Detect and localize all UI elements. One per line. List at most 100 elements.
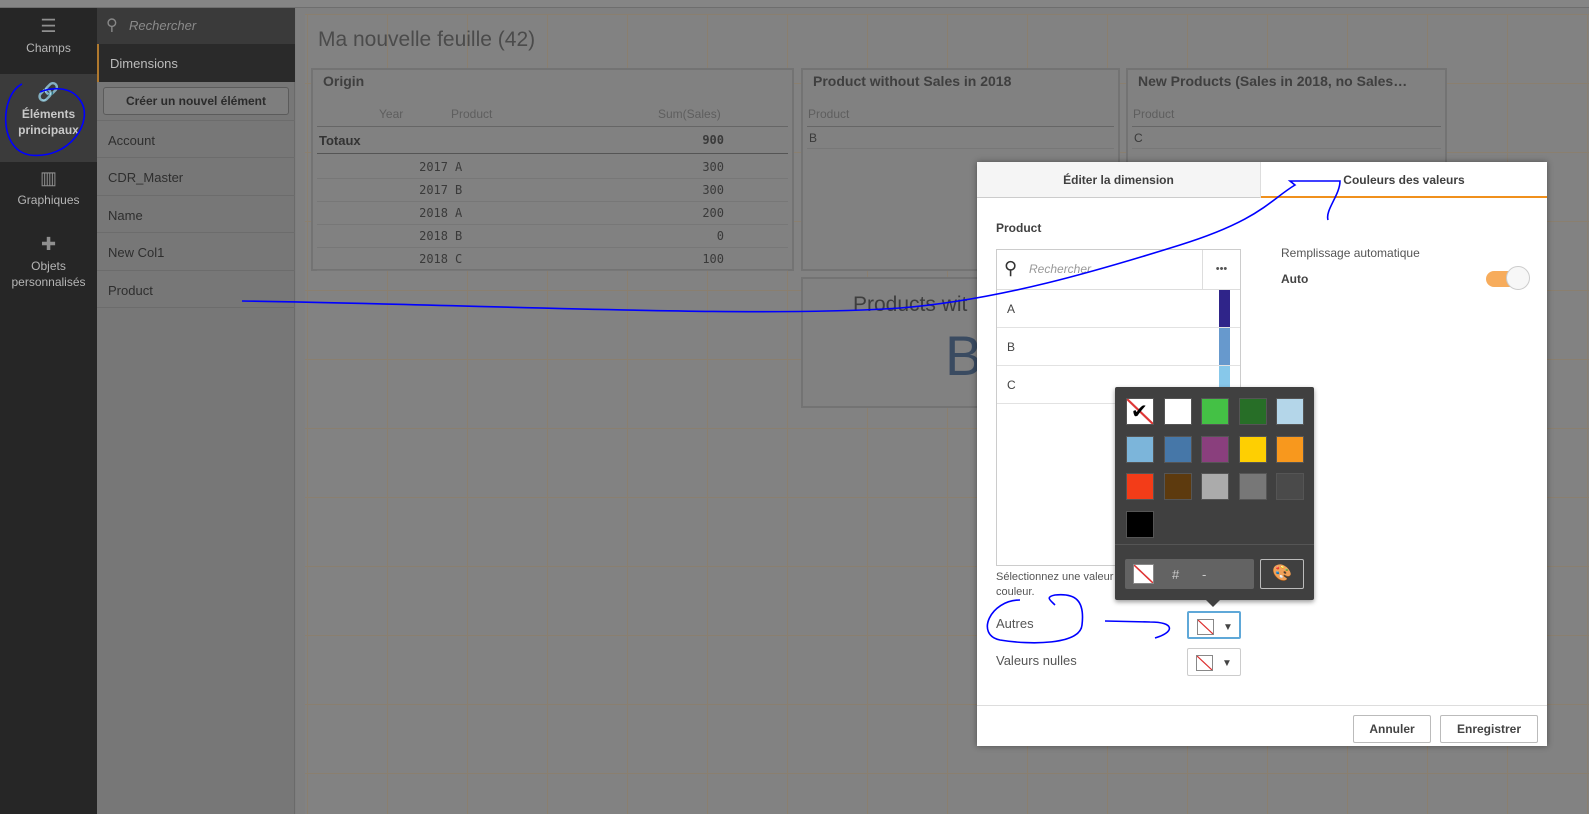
table-cell[interactable]: 2017	[419, 183, 448, 197]
value-row[interactable]: A	[997, 290, 1240, 328]
auto-toggle-knob[interactable]	[1506, 266, 1530, 290]
color-swatch[interactable]	[1238, 473, 1267, 500]
origin-table[interactable]: Origin Year Product Sum(Sales) Totaux 90…	[311, 68, 794, 271]
table-cell[interactable]: 2018	[419, 206, 448, 220]
panel-search-input[interactable]: ⚲ Rechercher	[97, 8, 295, 44]
card-title: New Products (Sales in 2018, no Sales…	[1138, 73, 1408, 89]
link-icon: 🔗	[37, 82, 60, 102]
tab-value-colors[interactable]: Couleurs des valeurs	[1261, 162, 1547, 198]
auto-label: Auto	[1281, 272, 1309, 286]
list-item[interactable]: New Col1	[97, 232, 295, 270]
column-header[interactable]: Year	[379, 107, 403, 121]
table-cell[interactable]: 300	[702, 160, 724, 174]
color-swatch[interactable]	[1238, 398, 1267, 425]
color-swatch[interactable]	[1276, 473, 1304, 500]
column-header[interactable]: Product	[1133, 107, 1174, 121]
table-row[interactable]: 2018 A 200	[317, 202, 788, 225]
column-header[interactable]: Product	[451, 107, 492, 121]
color-swatch[interactable]	[1126, 435, 1154, 463]
section-dimensions[interactable]: Dimensions	[97, 44, 295, 82]
dialog-footer: Annuler Enregistrer	[977, 705, 1547, 746]
value-row[interactable]: B	[997, 328, 1240, 366]
cancel-button[interactable]: Annuler	[1353, 715, 1431, 743]
caret-down-icon: ▼	[1223, 622, 1233, 633]
list-item[interactable]: Product	[97, 270, 295, 308]
color-swatch[interactable]: ✔	[1126, 398, 1154, 425]
others-label: Autres	[996, 616, 1034, 631]
color-swatch[interactable]	[1201, 398, 1229, 425]
hex-input[interactable]: # -	[1125, 559, 1254, 589]
table-cell[interactable]: 300	[702, 183, 724, 197]
puzzle-icon: ✚	[40, 234, 57, 254]
table-cell[interactable]: B	[809, 131, 817, 145]
list-item[interactable]: CDR_Master	[97, 157, 295, 195]
color-swatch[interactable]	[1126, 473, 1154, 500]
table-row[interactable]: 2017 A 300	[317, 156, 788, 179]
auto-fill-label: Remplissage automatique	[1281, 246, 1420, 260]
color-swatch[interactable]	[1163, 398, 1192, 425]
search-icon: ⚲	[106, 17, 118, 34]
table-cell[interactable]: 0	[717, 229, 724, 243]
color-swatch[interactable]	[1276, 435, 1304, 463]
palette-icon[interactable]: 🎨	[1260, 559, 1304, 589]
color-picker-popup: ✔ # - 🎨	[1115, 387, 1314, 607]
asset-sidebar: ☰ Champs 🔗 Éléments principaux ▥ Graphiques…	[0, 8, 97, 814]
hint-text: Sélectionnez une valeur couleur.	[996, 571, 1114, 598]
table-cell[interactable]: 200	[702, 206, 724, 220]
column-header[interactable]: Sum(Sales)	[658, 107, 721, 121]
bar-chart-icon: ▥	[39, 168, 57, 188]
card-title: Product without Sales in 2018	[813, 73, 1012, 89]
table-cell[interactable]: 2017	[419, 160, 448, 174]
table-row[interactable]: 2017 B 300	[317, 179, 788, 202]
null-values-label: Valeurs nulles	[996, 653, 1077, 668]
color-swatch[interactable]	[1201, 435, 1229, 463]
table-cell[interactable]: A	[455, 160, 462, 174]
color-swatch[interactable]	[1163, 435, 1192, 463]
table-row[interactable]: 2018 B 0	[317, 225, 788, 248]
top-bar	[0, 0, 1589, 8]
tab-edit-dimension[interactable]: Éditer la dimension	[977, 162, 1261, 198]
sidebar-item-graphiques[interactable]: ▥ Graphiques	[0, 168, 97, 230]
color-swatch[interactable]	[1126, 510, 1154, 538]
color-swatch[interactable]	[1276, 398, 1304, 425]
save-button[interactable]: Enregistrer	[1440, 715, 1538, 743]
totals-label: Totaux	[319, 133, 361, 148]
table-cell[interactable]: 2018	[419, 252, 448, 266]
search-icon: ⚲	[1004, 258, 1018, 278]
divider	[1115, 544, 1314, 545]
table-cell[interactable]: C	[455, 252, 462, 266]
table-cell[interactable]: 2018	[419, 229, 448, 243]
values-search-input[interactable]: ⚲ Rechercher •••	[997, 250, 1240, 290]
sidebar-item-champs[interactable]: ☰ Champs	[0, 16, 97, 76]
field-label: Product	[996, 221, 1042, 235]
caret-down-icon: ▼	[1222, 658, 1232, 669]
card-title: Origin	[323, 73, 365, 89]
table-cell[interactable]: C	[1134, 131, 1143, 145]
sidebar-item-elements-principaux[interactable]: 🔗 Éléments principaux	[0, 74, 97, 162]
no-color-swatch	[1197, 619, 1214, 635]
color-swatch[interactable]	[1163, 473, 1192, 500]
master-items-panel: ⚲ Rechercher Dimensions Créer un nouvel é…	[97, 8, 295, 814]
table-cell[interactable]: B	[455, 229, 462, 243]
sheet-title: Ma nouvelle feuille (42)	[318, 28, 536, 51]
table-cell[interactable]: B	[455, 183, 462, 197]
create-new-item-button[interactable]: Créer un nouvel élément	[103, 87, 289, 115]
current-color-swatch	[1133, 564, 1154, 584]
table-row[interactable]: 2018 C 100	[317, 248, 788, 271]
totals-value: 900	[702, 133, 724, 147]
kpi-title: Products wit	[853, 293, 968, 316]
null-values-color-dropdown[interactable]: ▼	[1187, 648, 1241, 676]
color-swatch[interactable]	[1201, 473, 1229, 500]
database-icon: ☰	[40, 16, 57, 36]
value-color-swatch[interactable]	[1219, 328, 1230, 365]
color-swatch[interactable]	[1238, 435, 1267, 463]
table-cell[interactable]: A	[455, 206, 462, 220]
list-item[interactable]: Name	[97, 195, 295, 233]
sidebar-item-objets[interactable]: ✚ Objets personnalisés	[0, 234, 97, 306]
more-options-button[interactable]: •••	[1202, 250, 1240, 289]
column-header[interactable]: Product	[808, 107, 849, 121]
list-item[interactable]: Account	[97, 120, 295, 158]
value-color-swatch[interactable]	[1219, 290, 1230, 327]
others-color-dropdown[interactable]: ▼	[1187, 611, 1241, 639]
table-cell[interactable]: 100	[702, 252, 724, 266]
